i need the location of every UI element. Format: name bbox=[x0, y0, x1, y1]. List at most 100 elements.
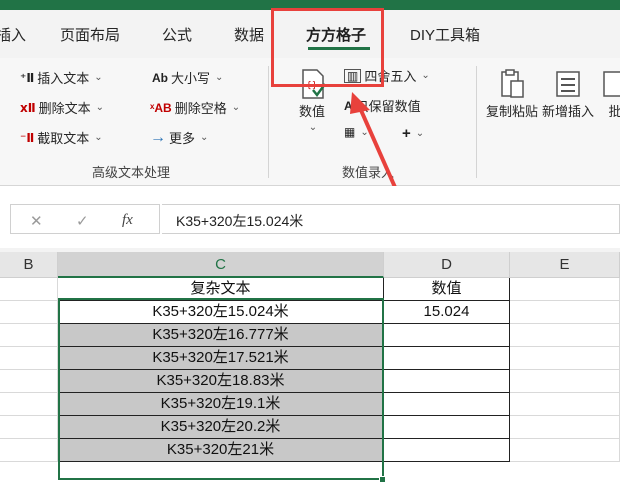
column-header-d[interactable]: D bbox=[384, 252, 510, 278]
value-icon: {} bbox=[297, 68, 327, 100]
table-cell-value[interactable] bbox=[384, 324, 510, 347]
delete-spaces-label: 删除空格 bbox=[174, 101, 227, 116]
value-button[interactable]: {} 数值 ⌄ bbox=[284, 68, 340, 136]
ribbon: ⁺Ⅱ 插入文本 ⌄ ⅹⅡ 删除文本 ⌄ ⁻Ⅱ 截取文本 ⌄ Ab 大小写 ⌄ ˣ… bbox=[0, 58, 620, 186]
case-button[interactable]: Ab 大小写 ⌄ bbox=[152, 68, 223, 87]
table-cell-complex-text[interactable]: K35+320左18.83米 bbox=[58, 370, 384, 393]
cell-e[interactable] bbox=[510, 324, 620, 347]
cell-b[interactable] bbox=[0, 324, 58, 347]
cell-e[interactable] bbox=[510, 347, 620, 370]
table-cell-value[interactable] bbox=[384, 393, 510, 416]
cell-b[interactable] bbox=[0, 439, 58, 462]
delete-spaces-button[interactable]: ˣAB 删除空格 ⌄ bbox=[150, 98, 240, 117]
batch-icon bbox=[600, 68, 620, 100]
delete-spaces-icon: ˣAB bbox=[150, 100, 172, 115]
chevron-down-icon: ⌄ bbox=[421, 70, 430, 81]
clipboard-icon bbox=[497, 68, 527, 100]
insert-function-icon[interactable]: fx bbox=[122, 212, 133, 229]
delete-text-button[interactable]: ⅹⅡ 删除文本 ⌄ bbox=[20, 98, 104, 117]
round-label: 四舍五入 bbox=[364, 69, 417, 84]
cell-b[interactable] bbox=[0, 278, 58, 301]
chevron-down-icon: ⌄ bbox=[415, 128, 425, 139]
title-bar bbox=[0, 0, 620, 10]
cell-b[interactable] bbox=[0, 347, 58, 370]
chevron-down-icon: ⌄ bbox=[95, 102, 105, 113]
round-button[interactable]: ▥ 四舍五入 ⌄ bbox=[344, 66, 430, 85]
case-icon: Ab bbox=[152, 70, 168, 85]
formula-input[interactable]: K35+320左15.024米 bbox=[162, 204, 620, 234]
tab-diy-toolbox[interactable]: DIY工具箱 bbox=[410, 24, 480, 45]
batch-label: 批 bbox=[608, 104, 620, 119]
cancel-icon[interactable]: ✕ bbox=[30, 212, 43, 230]
group-divider bbox=[476, 66, 477, 178]
delete-text-icon: ⅹⅡ bbox=[20, 100, 36, 115]
chevron-down-icon: ⌄ bbox=[215, 72, 224, 83]
cell-e[interactable] bbox=[510, 393, 620, 416]
group-divider bbox=[268, 66, 269, 178]
chevron-down-icon: ⌄ bbox=[94, 72, 103, 83]
chevron-down-icon: ⌄ bbox=[94, 132, 103, 143]
table-cell-value[interactable] bbox=[384, 347, 510, 370]
ribbon-tabs: 插入 页面布局 公式 数据 方方格子 DIY工具箱 bbox=[0, 10, 620, 58]
column-header-c[interactable]: C bbox=[58, 252, 384, 278]
table-cell-value[interactable]: 15.024 bbox=[384, 301, 510, 324]
round-icon: ▥ bbox=[344, 68, 362, 83]
copy-paste-button[interactable]: 复制粘贴 bbox=[486, 68, 538, 120]
add-insert-button[interactable]: 新增插入 bbox=[542, 68, 594, 120]
value-label: 数值 bbox=[298, 104, 325, 119]
chevron-down-icon: ⌄ bbox=[308, 122, 318, 133]
fill-handle[interactable] bbox=[379, 476, 386, 483]
red-arrow bbox=[350, 92, 400, 195]
tab-insert[interactable]: 插入 bbox=[0, 24, 26, 45]
add-insert-label: 新增插入 bbox=[542, 104, 595, 119]
confirm-icon[interactable]: ✓ bbox=[76, 212, 89, 230]
table-cell-complex-text[interactable]: K35+320左17.521米 bbox=[58, 347, 384, 370]
copy-paste-label: 复制粘贴 bbox=[486, 104, 539, 119]
chevron-down-icon: ⌄ bbox=[200, 132, 209, 143]
cell-b[interactable] bbox=[0, 416, 58, 439]
list-insert-icon bbox=[553, 68, 583, 100]
extract-text-button[interactable]: ⁻Ⅱ 截取文本 ⌄ bbox=[20, 128, 103, 147]
svg-text:{}: {} bbox=[306, 81, 317, 91]
table-cell-value[interactable] bbox=[384, 416, 510, 439]
extract-text-icon: ⁻Ⅱ bbox=[20, 130, 35, 145]
table-cell-complex-text[interactable]: K35+320左19.1米 bbox=[58, 393, 384, 416]
cell-e[interactable] bbox=[510, 439, 620, 462]
batch-button[interactable]: 批 bbox=[600, 68, 620, 120]
cell-e[interactable] bbox=[510, 370, 620, 393]
table-cell-complex-text[interactable]: K35+320左20.2米 bbox=[58, 416, 384, 439]
tab-page-layout[interactable]: 页面布局 bbox=[60, 24, 120, 45]
table-cell-complex-text[interactable]: K35+320左16.777米 bbox=[58, 324, 384, 347]
table-cell-complex-text[interactable]: K35+320左21米 bbox=[58, 439, 384, 462]
cell-b[interactable] bbox=[0, 370, 58, 393]
arrow-right-icon: → bbox=[150, 128, 166, 146]
formula-bar: ✕ ✓ fx K35+320左15.024米 bbox=[0, 186, 620, 248]
delete-text-label: 删除文本 bbox=[38, 101, 91, 116]
cell-e[interactable] bbox=[510, 301, 620, 324]
cell-e[interactable] bbox=[510, 416, 620, 439]
cell-e[interactable] bbox=[510, 278, 620, 301]
case-label: 大小写 bbox=[171, 71, 211, 86]
cell-b[interactable] bbox=[0, 393, 58, 416]
header-complex-text[interactable]: 复杂文本 bbox=[58, 278, 384, 301]
insert-text-label: 插入文本 bbox=[37, 71, 90, 86]
tab-data[interactable]: 数据 bbox=[234, 24, 264, 45]
tab-fangfang-gezi[interactable]: 方方格子 bbox=[306, 24, 366, 45]
chevron-down-icon: ⌄ bbox=[231, 102, 241, 113]
table-cell-value[interactable] bbox=[384, 439, 510, 462]
table-cell-value[interactable] bbox=[384, 370, 510, 393]
active-tab-underline bbox=[308, 47, 370, 50]
cell-b[interactable] bbox=[0, 301, 58, 324]
insert-text-icon: ⁺Ⅱ bbox=[20, 70, 35, 85]
more-button[interactable]: → 更多 ⌄ bbox=[150, 128, 208, 147]
column-header-b[interactable]: B bbox=[0, 252, 58, 278]
more-label: 更多 bbox=[169, 131, 196, 146]
insert-text-button[interactable]: ⁺Ⅱ 插入文本 ⌄ bbox=[20, 68, 103, 87]
tab-formulas[interactable]: 公式 bbox=[162, 24, 192, 45]
extract-text-label: 截取文本 bbox=[37, 131, 90, 146]
spreadsheet-grid: B C D E 复杂文本 数值 K35+320左15.024米 15.024 K35+3… bbox=[0, 252, 620, 490]
group-label-text: 高级文本处理 bbox=[92, 165, 171, 180]
column-header-e[interactable]: E bbox=[510, 252, 620, 278]
table-cell-complex-text[interactable]: K35+320左15.024米 bbox=[58, 301, 384, 324]
header-value[interactable]: 数值 bbox=[384, 278, 510, 301]
